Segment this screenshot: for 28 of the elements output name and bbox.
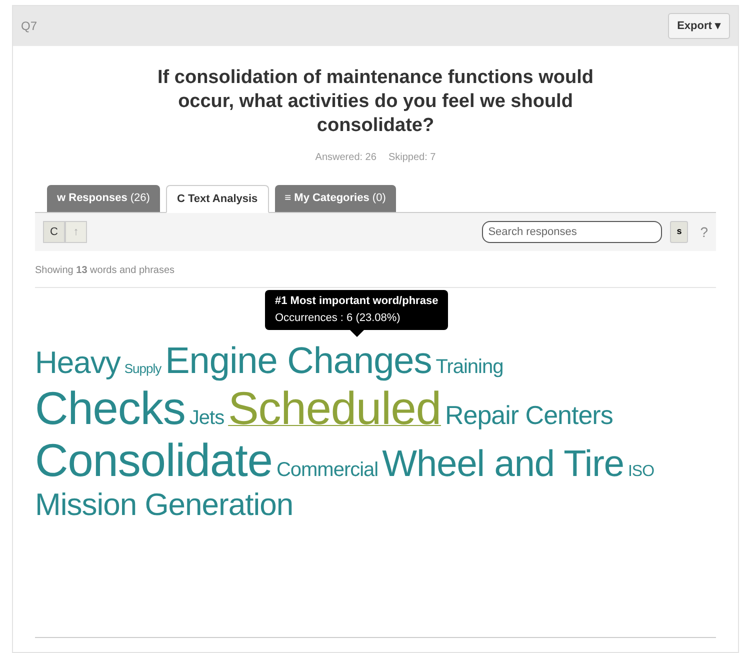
cloud-word[interactable]: Mission Generation <box>35 489 294 520</box>
view-toggle[interactable]: C <box>43 221 65 243</box>
tooltip-detail: Occurrences : 6 (23.08%) <box>275 312 402 325</box>
tooltip-title: #1 Most important word/phrase <box>275 295 438 308</box>
cloud-word[interactable]: Checks <box>35 385 186 431</box>
question-title: If consolidation of maintenance functions would occur, what activities do you feel we should consolidate? <box>156 66 594 138</box>
tab[interactable]: C Text Analysis <box>166 185 269 213</box>
question-number: Q7 <box>21 18 38 35</box>
cloud-word[interactable]: Repair Centers <box>444 402 613 428</box>
help-icon[interactable]: ? <box>700 222 708 242</box>
cloud-word[interactable]: Training <box>436 357 504 377</box>
cloud-word[interactable]: Jets <box>189 408 224 428</box>
cloud-word[interactable]: ISO <box>628 464 654 480</box>
response-stat: Skipped: 7 <box>388 151 436 165</box>
export-button[interactable]: Export ▾ <box>668 12 730 40</box>
cloud-word[interactable]: Engine Changes <box>165 342 432 379</box>
cloud-word[interactable]: Heavy <box>35 347 120 378</box>
tab[interactable]: w Responses (26) <box>47 185 160 212</box>
cloud-word[interactable]: Scheduled <box>228 385 441 431</box>
search-button[interactable]: s <box>670 221 688 243</box>
cloud-word[interactable]: Consolidate <box>35 437 272 483</box>
cloud-word[interactable]: Supply <box>124 362 162 375</box>
response-stat: Answered: 26 <box>315 151 376 165</box>
summary-text: Showing 13 words and phrases <box>35 265 175 276</box>
tab[interactable]: ≡ My Categories (0) <box>274 185 396 212</box>
search-field[interactable]: Search responses <box>482 221 662 243</box>
cloud-word[interactable]: Commercial <box>276 460 378 480</box>
cloud-word[interactable]: Wheel and Tire <box>382 445 624 482</box>
